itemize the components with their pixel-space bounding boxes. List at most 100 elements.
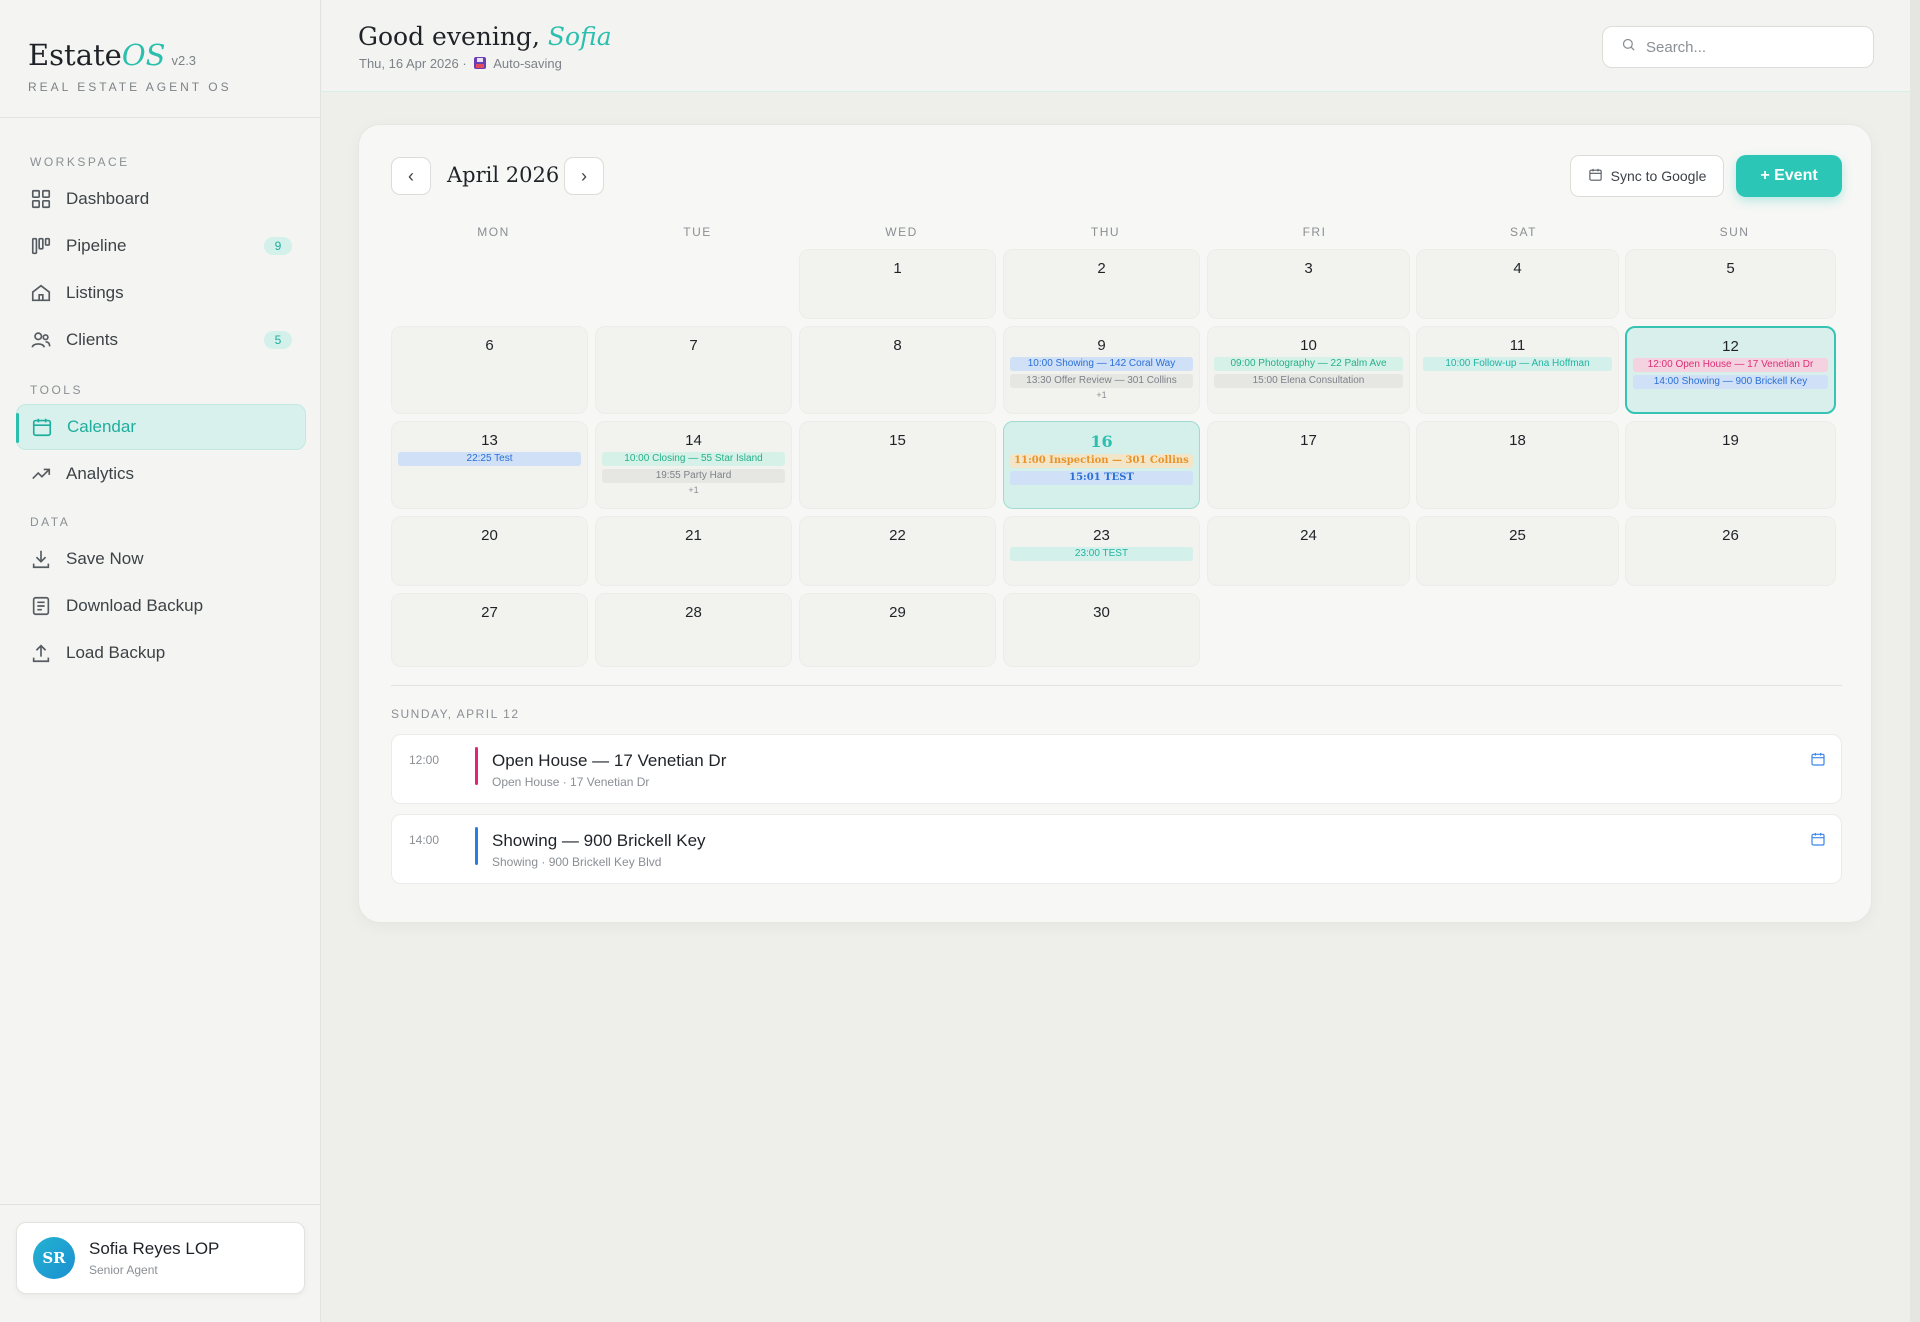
- day-cell[interactable]: 2: [1003, 249, 1200, 319]
- sidebar-item-label: Pipeline: [66, 236, 127, 255]
- day-cell[interactable]: 20: [391, 516, 588, 586]
- calendar-event[interactable]: 14:00 Showing — 900 Brickell Key: [1633, 375, 1828, 389]
- day-cell[interactable]: 26: [1625, 516, 1836, 586]
- trend-icon: [30, 463, 52, 485]
- day-cell[interactable]: 25: [1416, 516, 1619, 586]
- day-cell[interactable]: 13 22:25 Test: [391, 421, 588, 509]
- day-cell[interactable]: 29: [799, 593, 996, 667]
- users-icon: [30, 329, 52, 351]
- scrollbar[interactable]: [1910, 0, 1920, 1322]
- day-cell[interactable]: 4: [1416, 249, 1619, 319]
- document-icon: [30, 595, 52, 617]
- brand: Estate OS v2.3 REAL ESTATE AGENT OS: [0, 0, 320, 118]
- sidebar-item-label: Load Backup: [66, 643, 166, 662]
- chevron-left-icon: ‹: [408, 165, 414, 186]
- day-cell[interactable]: 14 10:00 Closing — 55 Star Island 19:55 …: [595, 421, 792, 509]
- greeting-name: Sofia: [547, 22, 612, 51]
- home-icon: [30, 282, 52, 304]
- day-cell[interactable]: 23 23:00 TEST: [1003, 516, 1200, 586]
- header-subline: Thu, 16 Apr 2026 · Auto-saving: [359, 56, 562, 71]
- search-box[interactable]: [1602, 26, 1874, 68]
- day-cell[interactable]: 6: [391, 326, 588, 414]
- day-cell[interactable]: 19: [1625, 421, 1836, 509]
- calendar-event[interactable]: 22:25 Test: [398, 452, 581, 466]
- day-cell[interactable]: 24: [1207, 516, 1410, 586]
- next-month-button[interactable]: ›: [564, 157, 604, 195]
- day-cell[interactable]: 22: [799, 516, 996, 586]
- calendar-card: ‹ April 2026 › Sync to Google + Event MO…: [358, 124, 1872, 923]
- day-cell-selected[interactable]: 12 12:00 Open House — 17 Venetian Dr 14:…: [1625, 326, 1836, 414]
- user-role: Senior Agent: [89, 1263, 158, 1277]
- day-cell[interactable]: 11 10:00 Follow-up — Ana Hoffman: [1416, 326, 1619, 414]
- calendar-event[interactable]: 12:00 Open House — 17 Venetian Dr: [1633, 358, 1828, 372]
- agenda-item[interactable]: 14:00 Showing — 900 Brickell Key Showing…: [391, 814, 1842, 884]
- sidebar-item-listings[interactable]: Listings: [16, 270, 306, 316]
- agenda-time: 14:00: [409, 833, 440, 847]
- day-cell[interactable]: 17: [1207, 421, 1410, 509]
- day-cell-today[interactable]: 16 11:00 Inspection — 301 Collins 15:01 …: [1003, 421, 1200, 509]
- more-events-indicator[interactable]: +1: [596, 485, 791, 495]
- prev-month-button[interactable]: ‹: [391, 157, 431, 195]
- header: Good evening, Sofia Thu, 16 Apr 2026 · A…: [322, 0, 1920, 92]
- avatar: SR: [33, 1237, 75, 1279]
- pipeline-count-badge: 9: [264, 237, 292, 255]
- sidebar-item-analytics[interactable]: Analytics: [16, 451, 306, 497]
- weekday-header: WED: [885, 225, 918, 239]
- user-card[interactable]: SR Sofia Reyes LOP Senior Agent: [16, 1222, 305, 1294]
- calendar-icon[interactable]: [1810, 831, 1826, 847]
- calendar-event[interactable]: 23:00 TEST: [1010, 547, 1193, 561]
- weekday-header: TUE: [683, 225, 712, 239]
- add-event-button[interactable]: + Event: [1736, 155, 1842, 197]
- agenda-item[interactable]: 12:00 Open House — 17 Venetian Dr Open H…: [391, 734, 1842, 804]
- sidebar-item-calendar[interactable]: Calendar: [16, 404, 306, 450]
- search-input[interactable]: [1646, 38, 1846, 56]
- calendar-event[interactable]: 10:00 Closing — 55 Star Island: [602, 452, 785, 466]
- day-cell[interactable]: 27: [391, 593, 588, 667]
- day-cell[interactable]: 7: [595, 326, 792, 414]
- day-cell[interactable]: 28: [595, 593, 792, 667]
- weekday-header: FRI: [1302, 225, 1327, 239]
- more-events-indicator[interactable]: +1: [1004, 390, 1199, 400]
- day-cell[interactable]: 8: [799, 326, 996, 414]
- weekday-header: SAT: [1510, 225, 1537, 239]
- current-date: Thu, 16 Apr 2026 ·: [359, 56, 467, 71]
- search-icon: [1621, 37, 1636, 57]
- day-cell[interactable]: 1: [799, 249, 996, 319]
- section-label-tools: TOOLS: [30, 383, 83, 397]
- sidebar-item-dashboard[interactable]: Dashboard: [16, 176, 306, 222]
- calendar-event[interactable]: 10:00 Showing — 142 Coral Way: [1010, 357, 1193, 371]
- day-cell[interactable]: 15: [799, 421, 996, 509]
- calendar-icon[interactable]: [1810, 751, 1826, 767]
- agenda-subtitle: Open House · 17 Venetian Dr: [492, 775, 650, 789]
- sidebar-item-save-now[interactable]: Save Now: [16, 536, 306, 582]
- sidebar: Estate OS v2.3 REAL ESTATE AGENT OS WORKSP…: [0, 0, 321, 1322]
- calendar-event[interactable]: 19:55 Party Hard: [602, 469, 785, 483]
- sidebar-item-label: Calendar: [67, 417, 136, 436]
- calendar-event[interactable]: 15:00 Elena Consultation: [1214, 374, 1403, 388]
- sidebar-item-clients[interactable]: Clients 5: [16, 317, 306, 363]
- day-cell[interactable]: 21: [595, 516, 792, 586]
- calendar-event[interactable]: 11:00 Inspection — 301 Collins: [1010, 454, 1193, 468]
- day-cell[interactable]: 5: [1625, 249, 1836, 319]
- agenda-title: Showing — 900 Brickell Key: [492, 831, 706, 850]
- sidebar-item-pipeline[interactable]: Pipeline 9: [16, 223, 306, 269]
- page-title: Good evening, Sofia: [358, 22, 612, 51]
- user-info: Sofia Reyes LOP Senior Agent: [75, 1239, 219, 1277]
- section-label-data: DATA: [30, 515, 71, 529]
- day-cell[interactable]: 9 10:00 Showing — 142 Coral Way 13:30 Of…: [1003, 326, 1200, 414]
- weekday-header: MON: [477, 225, 510, 239]
- day-cell[interactable]: 3: [1207, 249, 1410, 319]
- sidebar-item-download-backup[interactable]: Download Backup: [16, 583, 306, 629]
- calendar-event[interactable]: 15:01 TEST: [1010, 471, 1193, 485]
- day-cell[interactable]: 10 09:00 Photography — 22 Palm Ave 15:00…: [1207, 326, 1410, 414]
- brand-logo[interactable]: Estate OS v2.3: [28, 38, 292, 72]
- greeting-text: Good evening,: [358, 22, 540, 51]
- day-cell[interactable]: 30: [1003, 593, 1200, 667]
- calendar-event[interactable]: 10:00 Follow-up — Ana Hoffman: [1423, 357, 1612, 371]
- sidebar-item-load-backup[interactable]: Load Backup: [16, 630, 306, 676]
- calendar-event[interactable]: 09:00 Photography — 22 Palm Ave: [1214, 357, 1403, 371]
- calendar-event[interactable]: 13:30 Offer Review — 301 Collins: [1010, 374, 1193, 388]
- sync-to-google-button[interactable]: Sync to Google: [1570, 155, 1724, 197]
- sidebar-item-label: Save Now: [66, 549, 144, 568]
- day-cell[interactable]: 18: [1416, 421, 1619, 509]
